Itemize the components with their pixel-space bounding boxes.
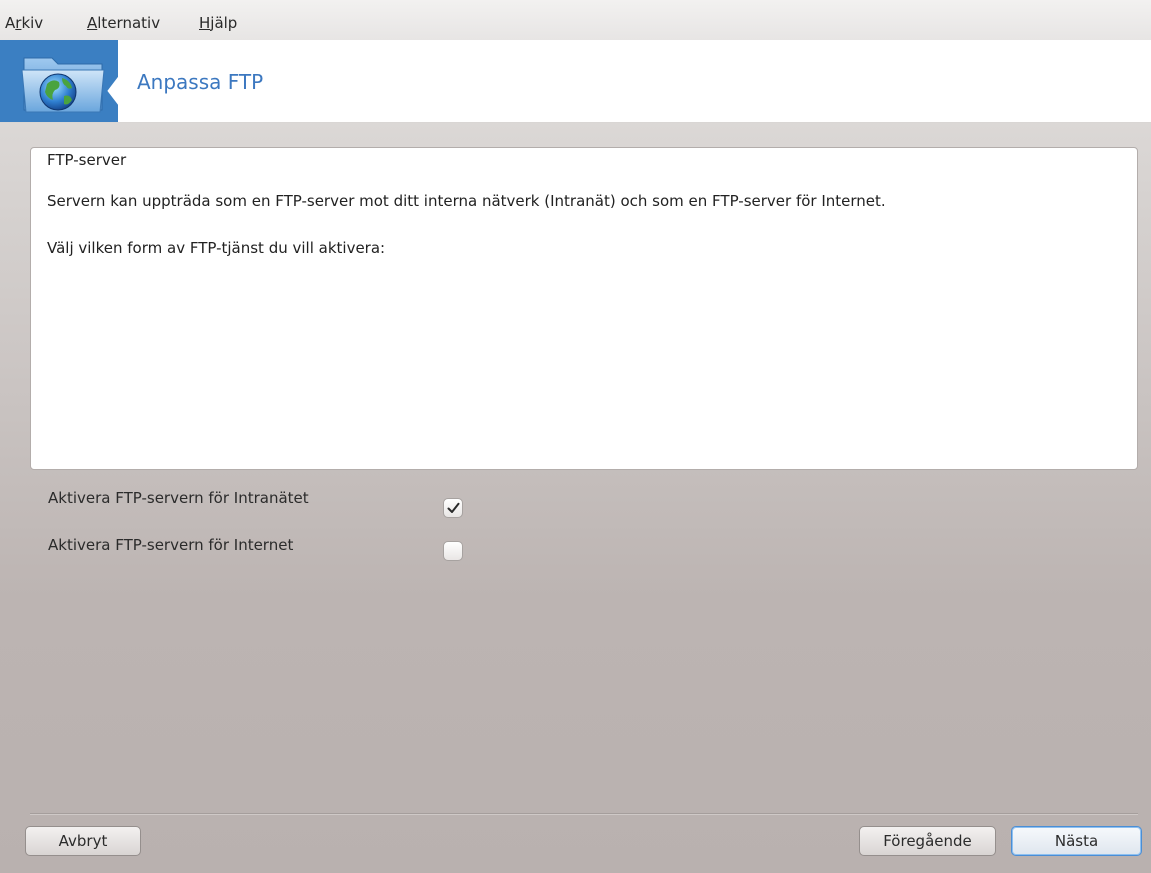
wizard-banner: Anpassa FTP (0, 40, 1151, 123)
ftp-wizard-window: Arkiv Alternativ Hjälp Anpassa FTP FTP-s… (0, 0, 1151, 873)
footer-separator (30, 813, 1138, 815)
next-button[interactable]: Nästa (1011, 826, 1142, 856)
menu-alternativ-post: lternativ (97, 14, 161, 32)
menu-alternativ-accel: A (87, 14, 98, 32)
menu-hjalp-accel: H (199, 14, 211, 32)
checkmark-icon (447, 502, 460, 513)
previous-button[interactable]: Föregående (859, 826, 996, 856)
panel-prompt: Välj vilken form av FTP-tjänst du vill a… (47, 239, 386, 257)
network-folder-icon (21, 57, 105, 113)
option-intranet-checkbox[interactable] (443, 498, 463, 518)
option-internet-checkbox[interactable] (443, 541, 463, 561)
menu-arkiv[interactable]: Arkiv (5, 14, 43, 32)
panel-heading: FTP-server (47, 151, 127, 169)
option-intranet-label: Aktivera FTP-servern för Intranätet (48, 489, 309, 507)
page-title: Anpassa FTP (137, 70, 264, 94)
panel-description: Servern kan uppträda som en FTP-server m… (47, 192, 886, 210)
cancel-button[interactable]: Avbryt (25, 826, 141, 856)
menu-hjalp-post: jälp (210, 14, 238, 32)
menu-arkiv-pre: A (5, 14, 16, 32)
menu-hjalp[interactable]: Hjälp (199, 14, 237, 32)
menu-alternativ[interactable]: Alternativ (87, 14, 160, 32)
option-internet-label: Aktivera FTP-servern för Internet (48, 536, 294, 554)
info-panel: FTP-server Servern kan uppträda som en F… (30, 147, 1138, 470)
menu-bar: Arkiv Alternativ Hjälp (0, 0, 1151, 41)
menu-arkiv-post: kiv (21, 14, 44, 32)
